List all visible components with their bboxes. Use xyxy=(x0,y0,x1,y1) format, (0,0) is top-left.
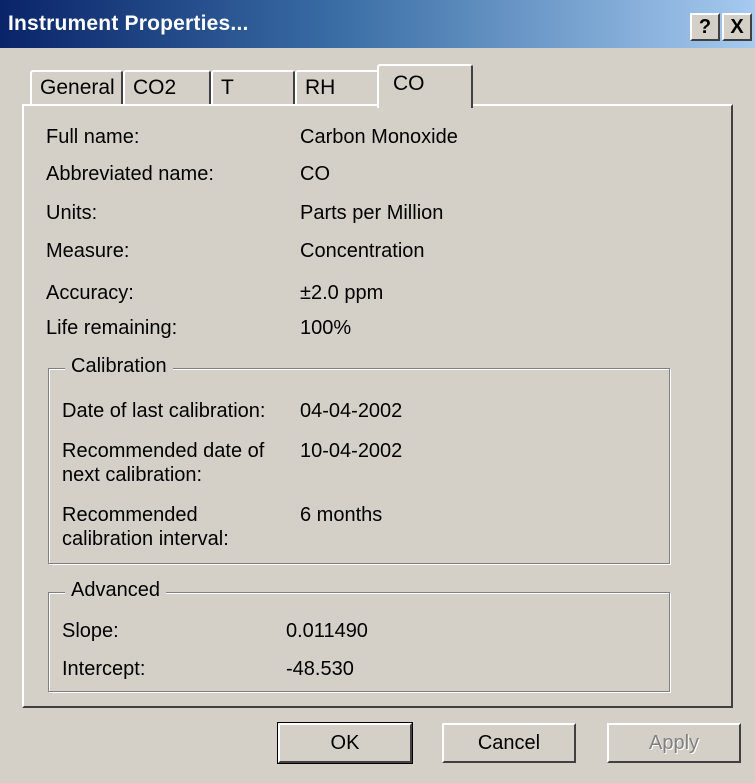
tab-label: General xyxy=(40,76,115,99)
next-calibration-value: 10-04-2002 xyxy=(300,440,403,462)
tab-label: T xyxy=(221,76,234,99)
window-title: Instrument Properties... xyxy=(8,12,249,35)
calibration-interval-label-line1: Recommended xyxy=(62,504,198,526)
apply-button-label: Apply xyxy=(648,732,700,754)
apply-button[interactable]: Apply xyxy=(607,723,741,763)
tab-co[interactable]: CO xyxy=(377,64,473,108)
calibration-interval-label-line2: calibration interval: xyxy=(62,528,229,550)
tab-panel: Full name: Carbon Monoxide Abbreviated n… xyxy=(22,104,733,708)
property-value: Concentration xyxy=(300,240,425,262)
help-button[interactable]: ? xyxy=(690,13,720,41)
property-label: Measure: xyxy=(46,240,130,262)
calibration-interval-value: 6 months xyxy=(300,504,383,526)
ok-button[interactable]: OK xyxy=(277,722,413,764)
property-label: Full name: xyxy=(46,126,140,148)
property-label: Life remaining: xyxy=(46,317,178,339)
tab-rh[interactable]: RH xyxy=(295,70,379,106)
slope-label: Slope: xyxy=(62,620,119,642)
property-label: Abbreviated name: xyxy=(46,163,214,185)
tab-general[interactable]: General xyxy=(30,70,123,106)
tab-label: CO xyxy=(393,72,425,95)
tab-co2[interactable]: CO2 xyxy=(123,70,211,106)
last-calibration-label: Date of last calibration: xyxy=(62,400,266,422)
property-value: ±2.0 ppm xyxy=(300,282,384,304)
calibration-group: Calibration Date of last calibration: 04… xyxy=(48,355,670,564)
cancel-button[interactable]: Cancel xyxy=(442,723,576,763)
intercept-label: Intercept: xyxy=(62,658,146,680)
close-button[interactable]: X xyxy=(722,13,752,41)
last-calibration-value: 04-04-2002 xyxy=(300,400,403,422)
property-value: Parts per Million xyxy=(300,202,444,224)
advanced-group: Advanced Slope: 0.011490 Intercept: -48.… xyxy=(48,579,670,692)
cancel-button-label: Cancel xyxy=(477,732,541,754)
slope-value: 0.011490 xyxy=(286,620,368,642)
intercept-value: -48.530 xyxy=(286,658,354,680)
tab-label: RH xyxy=(305,76,336,99)
advanced-group-title: Advanced xyxy=(65,579,166,602)
tab-t[interactable]: T xyxy=(211,70,295,106)
property-label: Units: xyxy=(46,202,98,224)
property-value: 100% xyxy=(300,317,352,339)
next-calibration-label-line1: Recommended date of xyxy=(62,440,265,462)
title-bar: Instrument Properties... ? X xyxy=(0,0,755,50)
next-calibration-label-line2: next calibration: xyxy=(62,464,203,486)
property-value: CO xyxy=(300,163,330,185)
property-value: Carbon Monoxide xyxy=(300,126,458,148)
help-icon: ? xyxy=(698,16,712,38)
tab-label: CO2 xyxy=(133,76,177,99)
calibration-group-title: Calibration xyxy=(65,355,173,378)
close-icon: X xyxy=(730,16,744,38)
ok-button-label: OK xyxy=(330,732,360,754)
property-label: Accuracy: xyxy=(46,282,134,304)
tab-strip: General CO2 T RH CO xyxy=(30,64,490,108)
